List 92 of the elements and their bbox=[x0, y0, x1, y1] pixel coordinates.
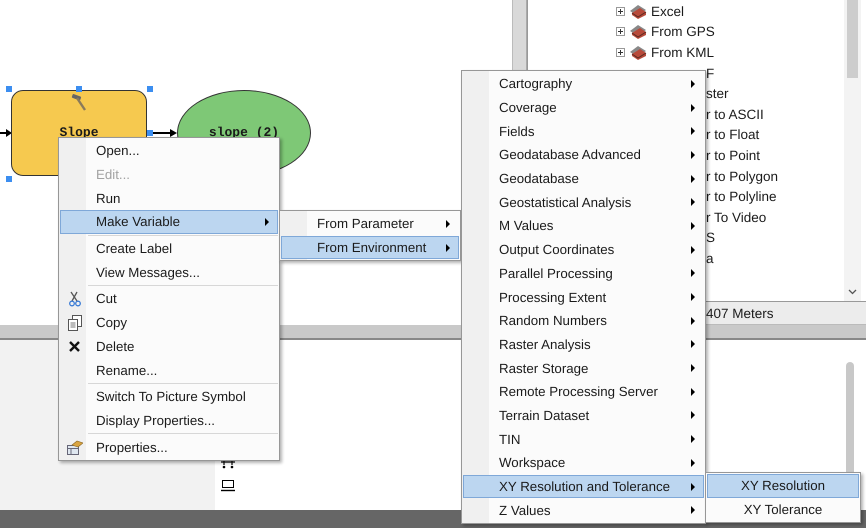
menu-item[interactable]: Create Label bbox=[60, 236, 278, 260]
scrollbar[interactable] bbox=[844, 0, 861, 301]
tree-item[interactable]: a bbox=[706, 250, 714, 266]
scrollbar-thumb[interactable] bbox=[847, 0, 858, 78]
hammer-icon bbox=[71, 93, 87, 111]
submenu-arrow-icon bbox=[691, 198, 695, 206]
menu-item[interactable]: Copy bbox=[60, 310, 278, 334]
menu-item[interactable]: Processing Extent bbox=[463, 285, 704, 309]
tree-item[interactable]: Excel bbox=[651, 4, 684, 19]
submenu-arrow-icon bbox=[691, 174, 695, 183]
tree-item[interactable]: r to Point bbox=[706, 148, 760, 163]
properties-icon bbox=[66, 440, 82, 455]
menu-item[interactable]: Make Variable bbox=[60, 210, 278, 234]
menu-item[interactable]: Rename... bbox=[60, 358, 278, 382]
menu-item[interactable]: Random Numbers bbox=[463, 308, 704, 333]
delete-icon bbox=[69, 340, 80, 352]
menu-item[interactable]: XY Tolerance bbox=[707, 498, 859, 522]
menu-item[interactable]: Coverage bbox=[463, 96, 704, 120]
status-text: 407 Meters bbox=[706, 306, 774, 320]
menu-item[interactable]: Cut bbox=[60, 287, 278, 311]
submenu-arrow-icon bbox=[691, 411, 695, 420]
menu-item[interactable]: TIN bbox=[463, 427, 704, 451]
monitor-icon[interactable] bbox=[221, 480, 235, 492]
submenu-arrow-icon bbox=[265, 218, 269, 226]
submenu-arrow-icon bbox=[691, 458, 695, 467]
selection-handle[interactable] bbox=[76, 86, 82, 92]
submenu-arrow-icon bbox=[446, 220, 450, 228]
menu-item[interactable]: From Environment bbox=[281, 236, 459, 260]
menu-item[interactable]: From Parameter bbox=[281, 212, 459, 236]
scroll-down-icon[interactable] bbox=[848, 289, 857, 295]
submenu-arrow-icon bbox=[691, 482, 695, 491]
menu-item[interactable]: Terrain Dataset bbox=[463, 404, 704, 428]
menu-item[interactable]: Properties... bbox=[60, 435, 278, 459]
submenu-arrow-icon bbox=[691, 506, 695, 514]
menu-item[interactable]: Z Values bbox=[463, 498, 704, 522]
submenu-arrow-icon bbox=[691, 435, 695, 444]
toolbox-icon bbox=[629, 24, 647, 40]
menu-item[interactable]: Remote Processing Server bbox=[463, 380, 704, 404]
expand-icon[interactable] bbox=[616, 27, 625, 36]
expand-icon[interactable] bbox=[616, 6, 625, 16]
menu-item[interactable]: Parallel Processing bbox=[463, 262, 704, 286]
menu-item[interactable]: XY Resolution and Tolerance bbox=[463, 474, 704, 498]
submenu-arrow-icon bbox=[691, 150, 695, 159]
submenu-arrow-icon bbox=[691, 340, 695, 348]
submenu-arrow-icon bbox=[446, 244, 450, 252]
tree-item[interactable]: r to ASCII bbox=[706, 106, 764, 122]
scissors-icon bbox=[68, 290, 82, 307]
tree-item[interactable]: ster bbox=[706, 86, 729, 102]
menu-item[interactable]: Geostatistical Analysis bbox=[463, 190, 704, 214]
submenu-arrow-icon bbox=[691, 246, 695, 254]
tree-item[interactable]: From KML bbox=[651, 44, 714, 60]
submenu-arrow-icon bbox=[691, 364, 695, 372]
tree-item[interactable]: r To Video bbox=[706, 210, 766, 225]
submenu-arrow-icon bbox=[691, 316, 695, 325]
menu-item[interactable]: Fields bbox=[463, 119, 704, 144]
menu-item[interactable]: M Values bbox=[463, 214, 704, 238]
toolbox-icon bbox=[629, 44, 647, 60]
node-label: Slope bbox=[59, 125, 98, 140]
connector-arrow bbox=[0, 129, 12, 137]
submenu-arrow-icon bbox=[691, 127, 695, 136]
tree-item[interactable]: From GPS bbox=[651, 24, 715, 40]
menu-item[interactable]: Cartography bbox=[463, 72, 704, 96]
menu-item[interactable]: XY Resolution bbox=[707, 474, 859, 498]
submenu-arrow-icon bbox=[691, 293, 695, 302]
submenu-arrow-icon bbox=[691, 80, 695, 88]
expand-icon[interactable] bbox=[616, 48, 625, 57]
menu-item[interactable]: View Messages... bbox=[60, 260, 278, 284]
copy-icon bbox=[68, 314, 82, 331]
menu-item[interactable]: Geodatabase Advanced bbox=[463, 143, 704, 167]
tree-item[interactable]: r to Polyline bbox=[706, 189, 777, 204]
menu-item[interactable]: Delete bbox=[60, 334, 278, 358]
submenu-arrow-icon bbox=[691, 388, 695, 396]
submenu-arrow-icon bbox=[691, 222, 695, 230]
menu-item[interactable]: Raster Analysis bbox=[463, 332, 704, 356]
tree-item[interactable]: r to Polygon bbox=[706, 168, 778, 184]
menu-item[interactable]: Switch To Picture Symbol bbox=[60, 384, 278, 409]
menu-item[interactable]: Run bbox=[60, 186, 278, 210]
tree-item[interactable]: F bbox=[706, 66, 714, 81]
menu-item[interactable]: Workspace bbox=[463, 451, 704, 475]
selection-handle[interactable] bbox=[6, 86, 12, 92]
menu-item[interactable]: Display Properties... bbox=[60, 408, 278, 432]
selection-handle[interactable] bbox=[6, 176, 12, 182]
submenu-arrow-icon bbox=[691, 104, 695, 112]
tree-item[interactable]: r to Float bbox=[706, 127, 760, 142]
menu-item[interactable]: Raster Storage bbox=[463, 356, 704, 380]
toolbox-icon bbox=[629, 4, 647, 19]
tree-item[interactable]: S bbox=[706, 230, 716, 246]
submenu-arrow-icon bbox=[691, 269, 695, 278]
selection-handle[interactable] bbox=[147, 130, 153, 136]
menu-item[interactable]: Geodatabase bbox=[463, 166, 704, 190]
menu-item[interactable]: Output Coordinates bbox=[463, 238, 704, 262]
selection-handle[interactable] bbox=[147, 86, 153, 92]
